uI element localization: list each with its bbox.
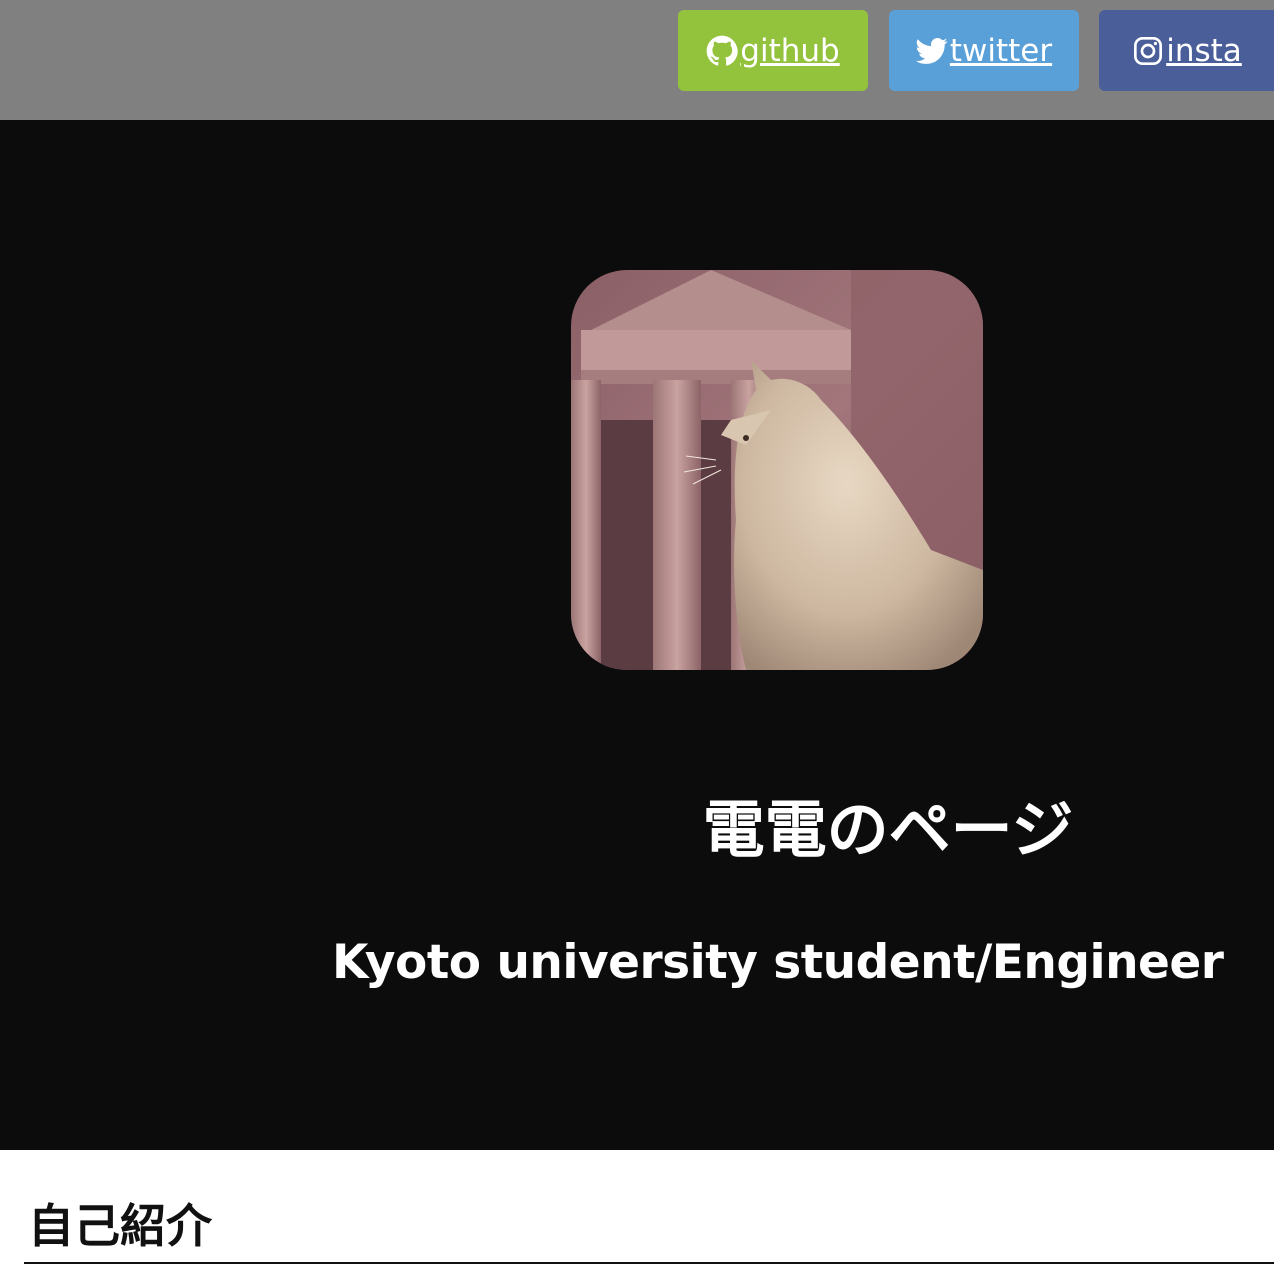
- twitter-link-label: twitter: [949, 32, 1053, 69]
- page-subtitle: Kyoto university student/Engineer: [332, 935, 1224, 990]
- hero-section: 電電のページ Kyoto university student/Engineer: [0, 120, 1274, 1150]
- twitter-link[interactable]: twitter: [889, 10, 1079, 91]
- twitter-icon: [915, 37, 948, 64]
- instagram-link-label: insta: [1166, 32, 1242, 69]
- top-bar: github twitter insta: [0, 0, 1274, 120]
- instagram-icon: [1134, 36, 1163, 65]
- main-content: 自己紹介: [0, 1150, 1274, 1276]
- section-heading-introduction: 自己紹介: [24, 1196, 1274, 1264]
- instagram-link[interactable]: insta: [1099, 10, 1274, 91]
- github-link-label: github: [740, 32, 840, 69]
- avatar: [571, 270, 983, 670]
- cat-photo: [571, 270, 983, 670]
- page-title: 電電のページ: [702, 793, 1074, 866]
- github-link[interactable]: github: [678, 10, 868, 91]
- github-icon: [706, 35, 739, 66]
